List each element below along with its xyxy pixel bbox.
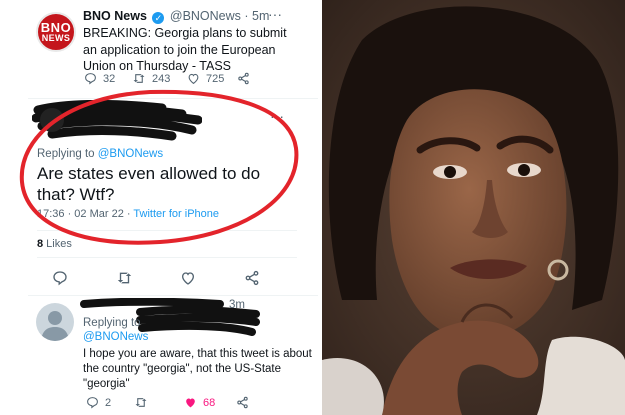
heart-filled-icon [186,398,195,408]
tweet3-actions: 2 68 [86,396,249,409]
more-options-icon[interactable]: ··· [268,7,282,21]
reply-button[interactable]: 32 [84,72,132,85]
retweet-button[interactable] [116,270,180,286]
retweet-icon [133,74,145,83]
divider [28,98,318,99]
heart-icon [188,73,199,85]
divider [37,257,297,258]
divider [28,295,318,296]
tweet3-time: 3m [229,299,245,311]
tweet1-header: BNO News ✓ @BNONews · 5m [83,9,269,24]
verified-icon: ✓ [152,12,165,24]
share-button[interactable] [236,396,249,409]
retweet-icon [117,272,132,284]
tweet-screenshot-panel: BNO NEWS BNO News ✓ @BNONews · 5m ··· BR… [0,0,318,415]
retweet-icon [135,398,147,407]
like-button[interactable]: 725 [187,72,237,85]
tweet3-replying-handle[interactable]: @BNONews [83,331,148,343]
share-icon [238,72,249,85]
reply-icon [85,73,96,85]
tweet2-likes[interactable]: 8 Likes [37,238,72,250]
tweet1-handle[interactable]: @BNONews [170,9,241,23]
tweet2-timestamp: 17:36 · 02 Mar 22 · Twitter for iPhone [37,208,219,220]
tweet2-replying-to: Replying to @BNONews [37,148,164,160]
share-icon [237,396,248,409]
retweet-button[interactable]: 243 [132,72,187,85]
share-button[interactable] [244,270,260,286]
tweet2-source[interactable]: Twitter for iPhone [133,208,219,220]
tweet1-time: · 5m [244,9,270,23]
bno-avatar[interactable]: BNO NEWS [36,12,76,52]
reply-button[interactable]: 2 [86,396,134,409]
divider [37,230,297,231]
tweet3-replying-to: Replying to [83,317,141,329]
share-button[interactable] [237,72,250,85]
heart-icon [181,272,195,285]
tweet2-actions [52,270,260,286]
more-options-icon[interactable]: ··· [270,109,284,123]
like-button[interactable] [180,270,244,286]
reply-icon [87,397,98,409]
reply-button[interactable] [52,270,116,286]
retweet-button[interactable] [134,396,184,409]
default-avatar[interactable] [36,303,74,341]
person-icon [41,311,69,341]
tweet1-actions: 32 243 725 [84,72,250,85]
tweet2-replying-handle[interactable]: @BNONews [98,148,163,160]
tweet3-text: I hope you are aware, that this tweet is… [83,348,312,390]
skeptical-woman-photo [322,0,625,415]
tweet1-text: BREAKING: Georgia plans to submit an app… [83,26,287,73]
reaction-photo [322,0,625,415]
share-icon [245,270,259,286]
reply-icon [53,271,67,286]
redaction-scribble [32,100,202,141]
tweet1-author-name[interactable]: BNO News [83,9,147,23]
like-button[interactable]: 68 [184,396,236,409]
tweet2-text: Are states even allowed to do that? Wtf? [37,164,261,204]
